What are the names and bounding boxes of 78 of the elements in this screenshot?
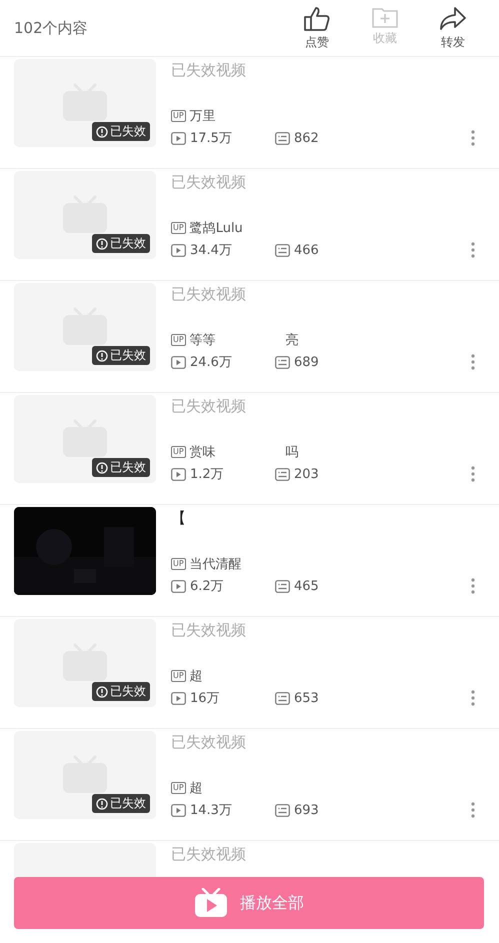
tv-icon (61, 83, 109, 123)
tv-icon (61, 307, 109, 347)
uploader-name[interactable]: 亮 (286, 331, 299, 349)
uploader-name[interactable]: 等等 (190, 331, 216, 349)
content-count: 102个内容 (14, 18, 89, 38)
uploader-name[interactable]: 超 (190, 779, 203, 797)
danmaku-count: 693 (294, 802, 319, 818)
thumbnail-placeholder[interactable]: 已失效 (14, 731, 156, 819)
danmaku-icon (275, 580, 290, 592)
tv-icon (61, 195, 109, 235)
invalid-badge: 已失效 (92, 122, 150, 141)
tv-play-icon (194, 888, 228, 918)
invalid-badge: 已失效 (92, 458, 150, 477)
danmaku-count: 465 (294, 578, 319, 594)
play-count-icon (171, 692, 186, 704)
play-count-icon (171, 580, 186, 592)
up-label: UP (171, 222, 186, 234)
uploader-name[interactable]: 超 (190, 667, 203, 685)
danmaku-count: 653 (294, 690, 319, 706)
more-icon[interactable] (471, 354, 475, 370)
video-title[interactable]: 【 (171, 509, 485, 553)
danmaku-icon (275, 356, 290, 368)
thumbnail-placeholder[interactable]: 已失效 (14, 619, 156, 707)
up-label: UP (171, 110, 186, 122)
action-button[interactable]: 点赞 (283, 6, 351, 50)
more-icon[interactable] (471, 802, 475, 818)
uploader-name[interactable]: 当代清醒 (190, 555, 242, 573)
play-count-icon (171, 356, 186, 368)
danmaku-count: 862 (294, 130, 319, 146)
danmaku-icon (275, 244, 290, 256)
invalid-badge: 已失效 (92, 682, 150, 701)
danmaku-icon (275, 692, 290, 704)
thumbs-up-icon (303, 6, 331, 32)
view-count: 16万 (190, 690, 220, 707)
play-count-icon (171, 244, 186, 256)
invalid-badge: 已失效 (92, 346, 150, 365)
action-button[interactable]: 转发 (419, 6, 487, 50)
view-count: 1.2万 (190, 466, 224, 483)
up-label: UP (171, 446, 186, 458)
danmaku-icon (275, 468, 290, 480)
folder-plus-icon (372, 6, 398, 28)
more-icon[interactable] (471, 242, 475, 258)
view-count: 17.5万 (190, 130, 232, 147)
up-label: UP (171, 782, 186, 794)
tv-icon (61, 643, 109, 683)
view-count: 6.2万 (190, 578, 224, 595)
more-icon[interactable] (471, 130, 475, 146)
danmaku-icon (275, 804, 290, 816)
danmaku-count: 203 (294, 466, 319, 482)
uploader-name[interactable]: 万里 (190, 107, 216, 125)
share-arrow-icon (439, 6, 467, 32)
thumbnail-placeholder[interactable] (14, 843, 156, 877)
more-icon[interactable] (471, 578, 475, 594)
thumbnail-placeholder[interactable]: 已失效 (14, 171, 156, 259)
up-label: UP (171, 558, 186, 570)
uploader-name[interactable]: 赏味 (190, 443, 216, 461)
thumbnail-placeholder[interactable]: 已失效 (14, 59, 156, 147)
play-count-icon (171, 468, 186, 480)
thumbnail-placeholder[interactable]: 已失效 (14, 283, 156, 371)
up-label: UP (171, 334, 186, 346)
play-count-icon (171, 132, 186, 144)
thumbnail-placeholder[interactable]: 已失效 (14, 395, 156, 483)
view-count: 34.4万 (190, 242, 232, 259)
view-count: 14.3万 (190, 802, 232, 819)
view-count: 24.6万 (190, 354, 232, 371)
uploader-name[interactable]: 鹭鸪Lulu (190, 219, 243, 237)
more-icon[interactable] (471, 690, 475, 706)
danmaku-count: 466 (294, 242, 319, 258)
uploader-name[interactable]: 吗 (286, 443, 299, 461)
danmaku-count: 689 (294, 354, 319, 370)
up-label: UP (171, 670, 186, 682)
play-count-icon (171, 804, 186, 816)
invalid-badge: 已失效 (92, 234, 150, 253)
danmaku-icon (275, 132, 290, 144)
more-icon[interactable] (471, 466, 475, 482)
tv-icon (61, 755, 109, 795)
tv-icon (61, 419, 109, 459)
invalid-badge: 已失效 (92, 794, 150, 813)
